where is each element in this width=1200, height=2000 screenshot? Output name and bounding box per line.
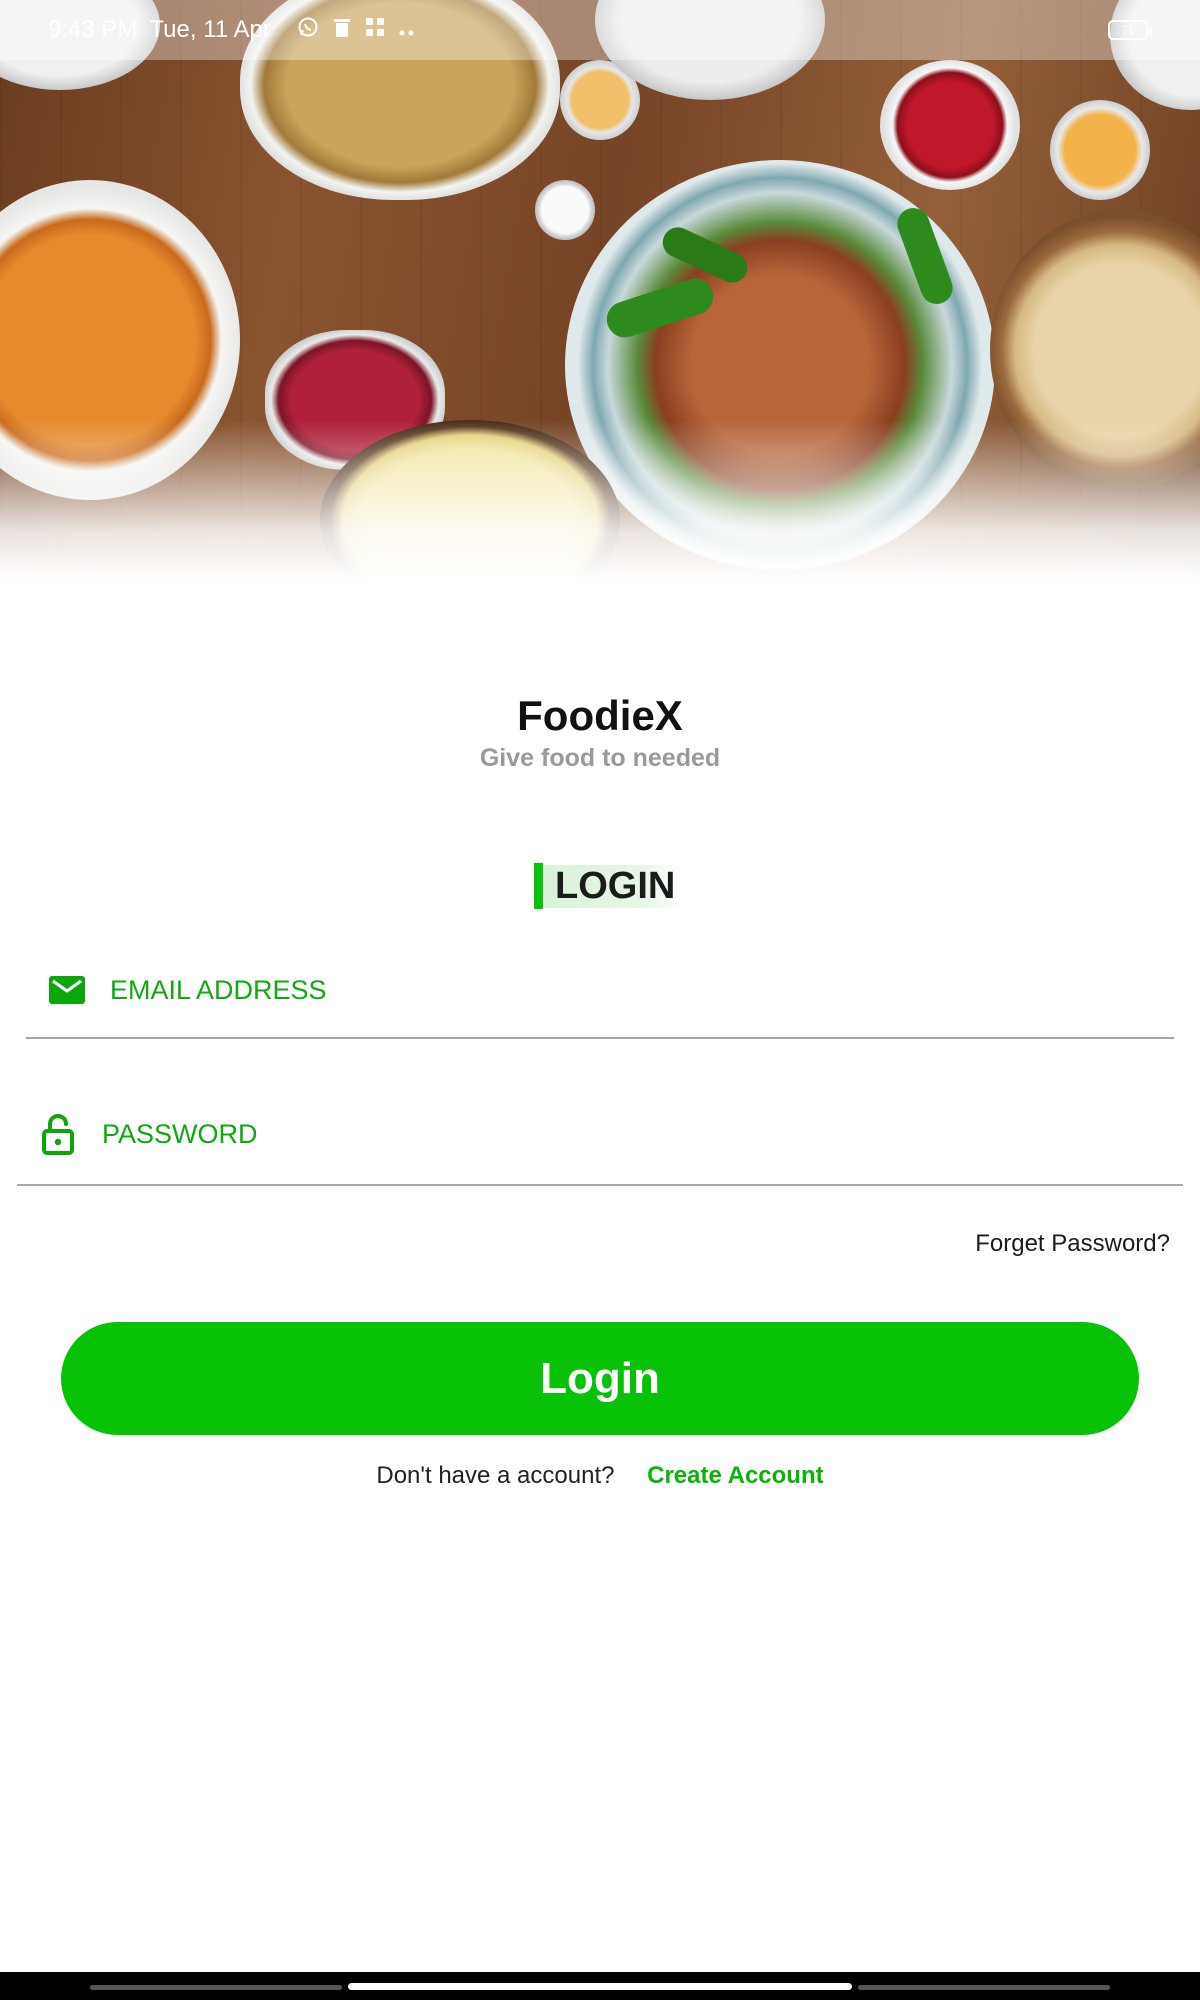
create-account-link[interactable]: Create Account	[647, 1462, 823, 1489]
nav-segment-right	[858, 1985, 1110, 1990]
mail-icon	[48, 974, 86, 1006]
status-bar: 9:43 PM Tue, 11 Apr 71	[0, 0, 1200, 60]
nav-segment-left	[90, 1985, 342, 1990]
no-account-prompt: Don't have a account?	[376, 1462, 615, 1489]
password-input[interactable]	[102, 1118, 1102, 1150]
email-field[interactable]	[48, 966, 1148, 1014]
home-gesture-bar[interactable]	[348, 1983, 852, 1990]
email-underline	[26, 1037, 1174, 1039]
apps-icon	[365, 16, 385, 44]
login-heading: LOGIN	[534, 863, 684, 909]
password-underline	[17, 1184, 1183, 1186]
status-date: Tue, 11 Apr	[149, 16, 271, 43]
app-subtitle: Give food to needed	[479, 744, 721, 772]
whatsapp-icon	[297, 16, 319, 45]
login-button[interactable]: Login	[61, 1322, 1139, 1435]
signup-row: Don't have a account? Create Account	[0, 1462, 1200, 1490]
hero-food-image	[0, 0, 1200, 580]
delete-icon	[333, 16, 351, 45]
system-nav-bar	[0, 1972, 1200, 2000]
app-title: FoodieX	[517, 692, 683, 739]
heading-accent-bar	[534, 863, 543, 909]
lock-open-icon	[42, 1113, 74, 1155]
battery-icon: 71	[1108, 20, 1152, 40]
login-heading-label: LOGIN	[543, 864, 684, 908]
email-input[interactable]	[110, 974, 1110, 1006]
notification-icons	[297, 16, 415, 45]
status-time: 9:43 PM	[48, 16, 138, 43]
more-dots-icon	[399, 16, 415, 44]
forgot-password-link[interactable]: Forget Password?	[975, 1230, 1170, 1258]
password-field[interactable]	[42, 1110, 1142, 1158]
